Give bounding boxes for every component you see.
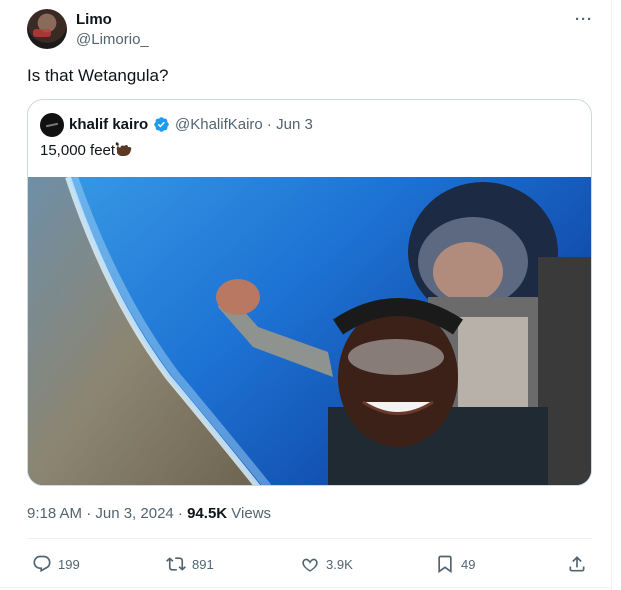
reply-icon bbox=[33, 555, 51, 573]
more-options-icon[interactable]: ··· bbox=[575, 11, 593, 28]
quoted-tweet-text: 15,000 feet bbox=[40, 142, 133, 159]
quoted-author-display-name[interactable]: khalif kairo bbox=[69, 116, 148, 133]
share-button[interactable] bbox=[567, 552, 587, 576]
views-count: 94.5K bbox=[187, 505, 228, 522]
heart-icon bbox=[302, 558, 318, 572]
divider-bottom bbox=[0, 587, 612, 588]
repost-icon bbox=[166, 557, 186, 571]
reply-button[interactable]: 199 bbox=[32, 552, 80, 576]
like-button[interactable]: 3.9K bbox=[300, 552, 353, 576]
divider-top bbox=[27, 538, 592, 539]
bookmark-icon bbox=[438, 555, 452, 574]
repost-count: 891 bbox=[192, 556, 214, 572]
quoted-author-handle-date[interactable]: @KhalifKairo · Jun 3 bbox=[175, 116, 313, 133]
author-display-name[interactable]: Limo bbox=[76, 11, 112, 28]
quoted-tweet-text-content: 15,000 feet bbox=[40, 142, 116, 159]
views-label: Views bbox=[227, 505, 272, 522]
reply-count: 199 bbox=[58, 556, 80, 572]
share-icon bbox=[569, 556, 585, 572]
quoted-tweet-card[interactable]: khalif kairo @KhalifKairo · Jun 3 15,000… bbox=[27, 99, 592, 486]
skydiving-photo[interactable] bbox=[28, 177, 592, 486]
author-handle[interactable]: @Limorio_ bbox=[76, 31, 149, 48]
author-avatar[interactable] bbox=[27, 9, 67, 49]
action-bar: 199 891 3.9K 49 bbox=[0, 552, 621, 576]
tweet-meta: 9:18 AM · Jun 3, 2024 · 94.5K Views bbox=[27, 505, 271, 522]
tweet-timestamp[interactable]: 9:18 AM · Jun 3, 2024 · bbox=[27, 505, 187, 522]
tweet-text: Is that Wetangula? bbox=[27, 66, 169, 85]
call-me-hand-emoji-icon bbox=[115, 142, 132, 156]
like-count: 3.9K bbox=[326, 556, 353, 572]
quoted-author-avatar[interactable] bbox=[40, 113, 64, 137]
bookmark-count: 49 bbox=[461, 556, 476, 572]
repost-button[interactable]: 891 bbox=[166, 552, 214, 576]
timeline-border bbox=[611, 0, 612, 590]
verified-badge-icon bbox=[154, 117, 169, 132]
bookmark-button[interactable]: 49 bbox=[435, 552, 475, 576]
